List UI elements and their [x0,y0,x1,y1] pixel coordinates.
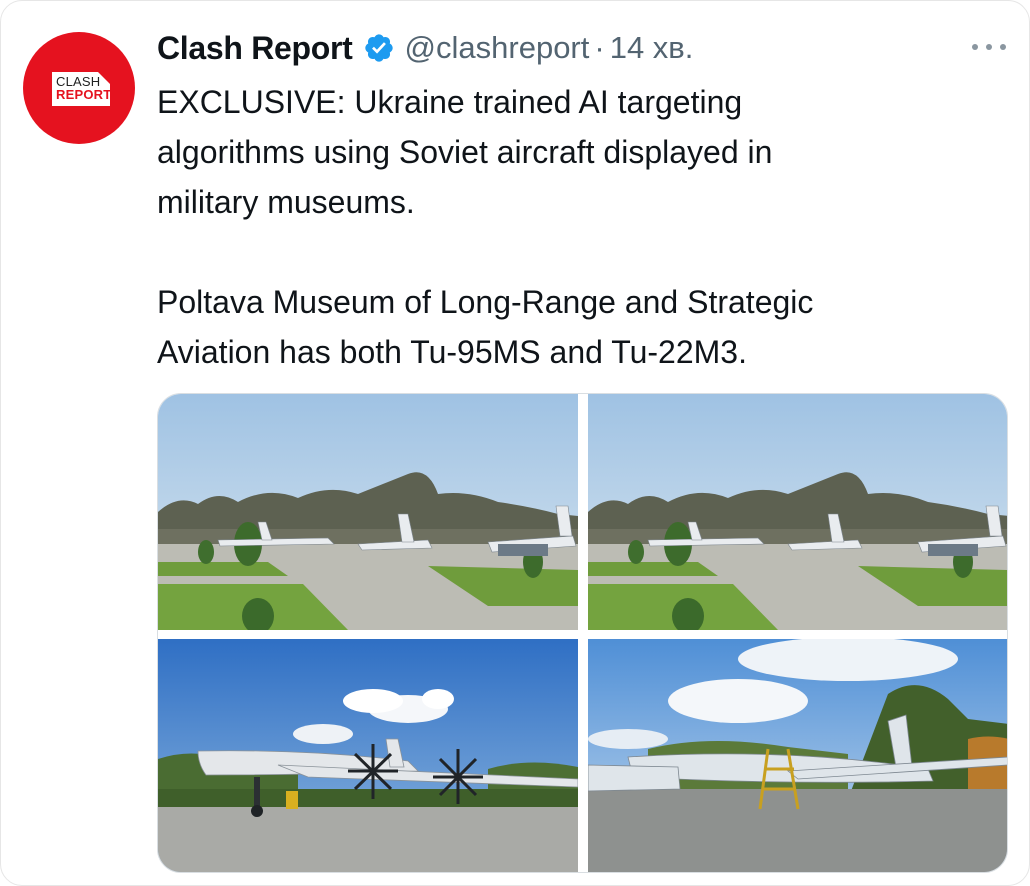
tweet-text: EXCLUSIVE: Ukraine trained AI targeting … [157,84,814,370]
photo-aircraft-row-icon [158,394,578,630]
photo-tu95[interactable] [158,639,578,872]
author-handle[interactable]: @clashreport [405,30,590,66]
more-options-icon[interactable] [969,37,1009,57]
display-name[interactable]: Clash Report [157,30,353,67]
photo-tu22[interactable] [588,639,1007,872]
avatar[interactable]: CLASH REPORT [23,32,135,144]
photo-aircraft-row[interactable] [158,394,578,630]
photo-aircraft-row-icon [588,394,1007,630]
avatar-logo-bottom: REPORT [56,87,112,102]
header-separator: · [594,30,605,65]
tweet-card[interactable]: CLASH REPORT Clash Report @clashreport ·… [0,0,1030,886]
tweet-header: Clash Report @clashreport · 14 хв. [157,25,977,71]
photo-aircraft-row-2[interactable] [588,394,1007,630]
tweet-timestamp[interactable]: 14 хв. [610,30,694,66]
photo-tu22-icon [588,639,1007,872]
photo-tu95-icon [158,639,578,872]
media-grid [157,393,1008,873]
verified-badge-icon[interactable] [363,32,395,64]
